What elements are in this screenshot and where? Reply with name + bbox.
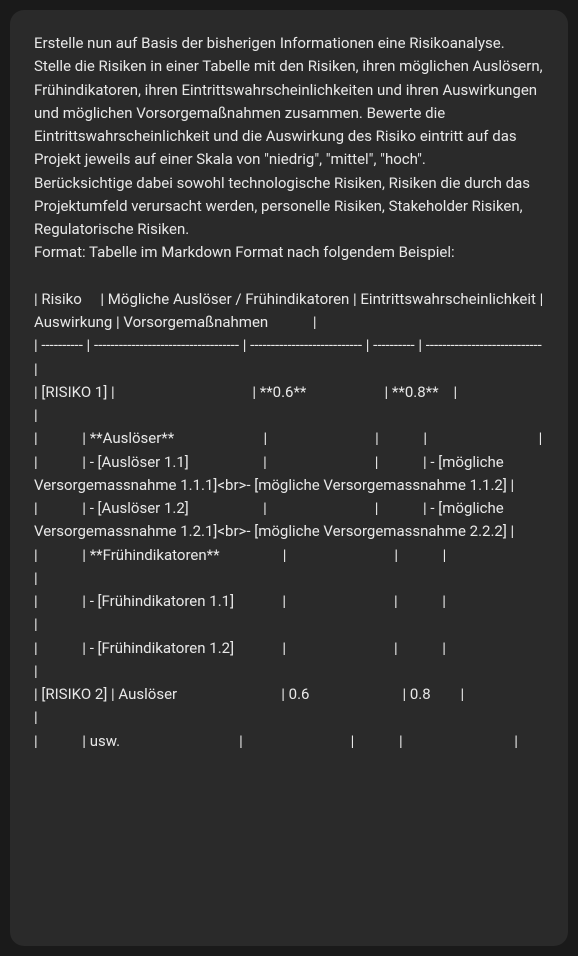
- table-header-row: | Risiko | Mögliche Auslöser / Frühindik…: [34, 290, 547, 331]
- message-paragraph-3: Format: Tabelle im Markdown Format nach …: [34, 243, 455, 261]
- table-row-fruehindikatoren-12: | | - [Frühindikatoren 1.2] | | | |: [34, 639, 558, 680]
- message-paragraph-1: Erstelle nun auf Basis der bisherigen In…: [34, 34, 546, 168]
- table-row-risiko1: | [RISIKO 1] | | **0.6** | **0.8** | |: [34, 383, 568, 424]
- table-row-fruehindikatoren-header: | | **Frühindikatoren** | | | |: [34, 546, 558, 587]
- table-row-risiko2: | [RISIKO 2] | Auslöser | 0.6 | 0.8 | |: [34, 685, 568, 726]
- table-row-ausloeser-12: | | - [Auslöser 1.2] | | | - [mögliche V…: [34, 499, 514, 540]
- table-row-ausloeser-header: | | **Auslöser** | | | |: [34, 429, 542, 447]
- table-divider-row: | ---------- | -------------------------…: [34, 336, 546, 377]
- table-row-usw: | | usw. | | | |: [34, 732, 518, 750]
- table-row-ausloeser-11: | | - [Auslöser 1.1] | | | - [mögliche V…: [34, 453, 514, 494]
- message-paragraph-2: Berücksichtige dabei sowohl technologisc…: [34, 174, 534, 239]
- chat-message: Erstelle nun auf Basis der bisherigen In…: [10, 10, 568, 946]
- table-row-fruehindikatoren-11: | | - [Frühindikatoren 1.1] | | | |: [34, 592, 558, 633]
